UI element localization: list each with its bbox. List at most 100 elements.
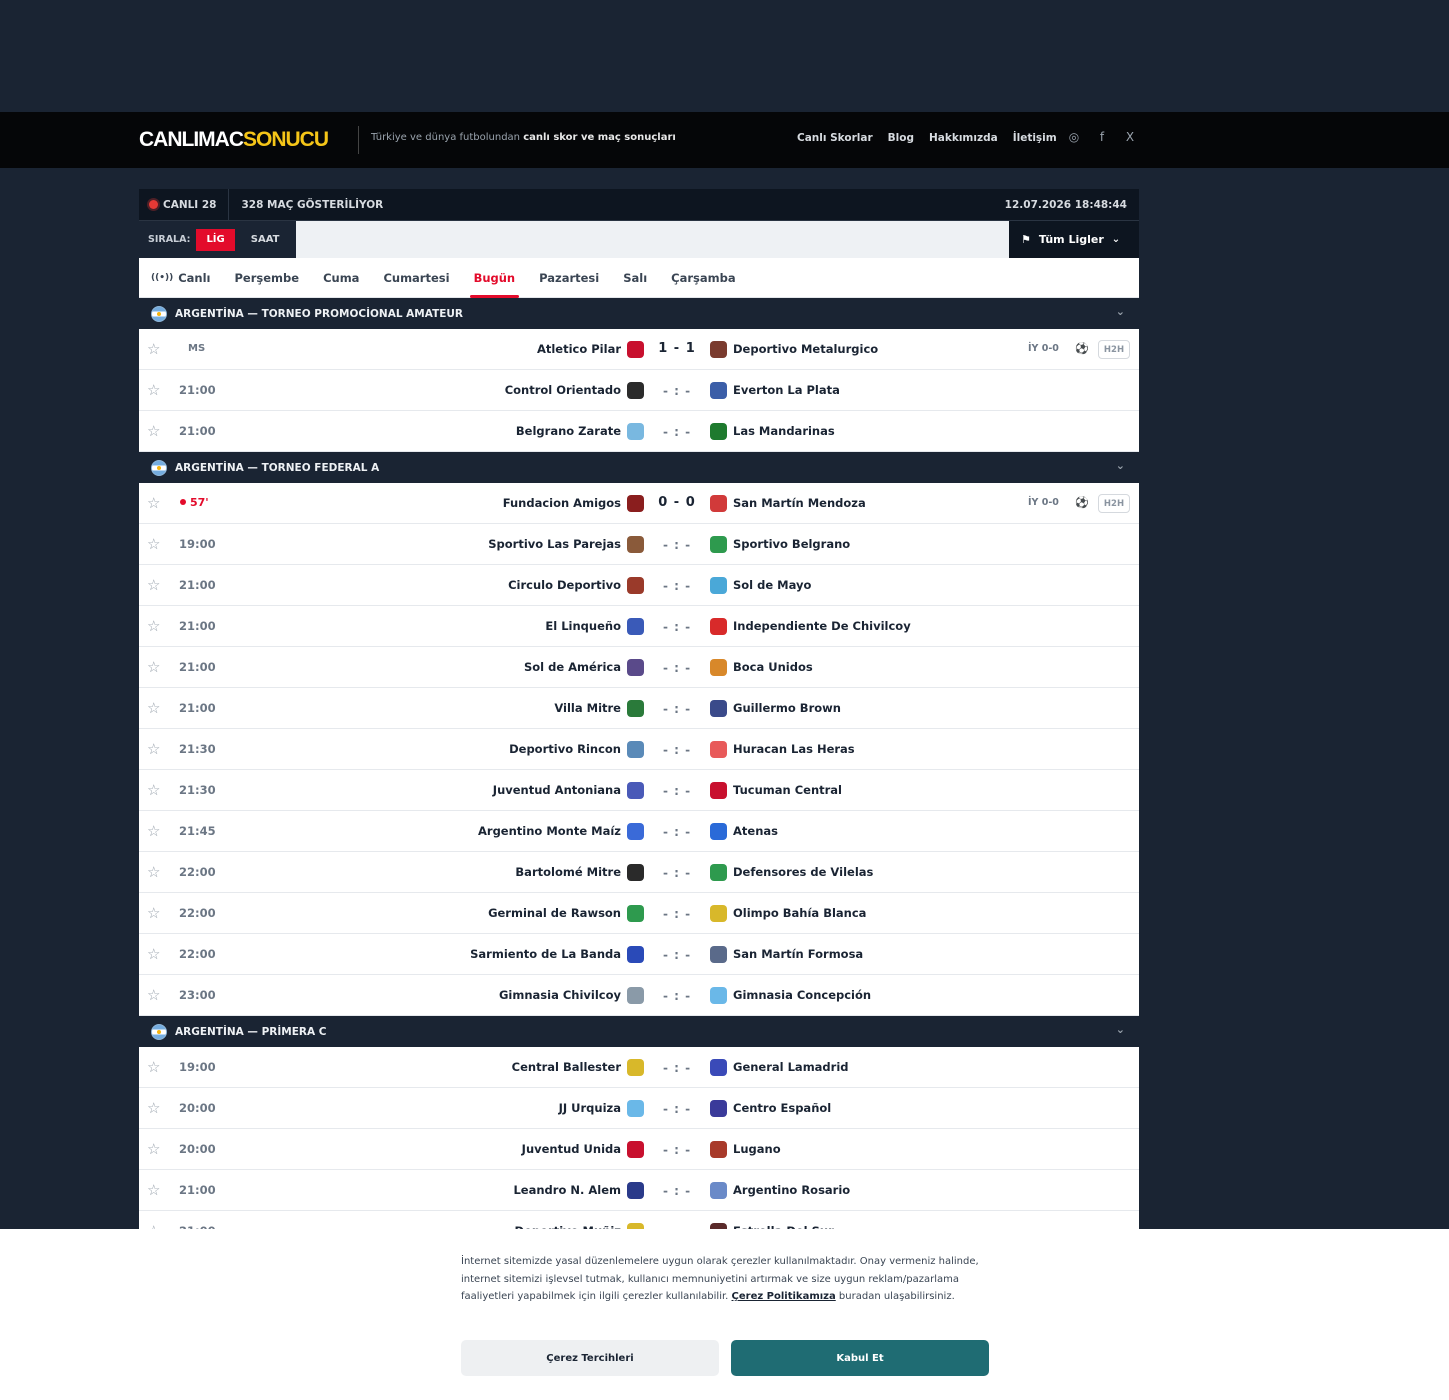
home-team[interactable]: Belgrano Zarate: [516, 424, 621, 438]
tab-day-7[interactable]: Çarşamba: [671, 258, 735, 298]
match-row[interactable]: ☆ 57' Fundacion Amigos 0 - 0 San Martín Mend…: [139, 483, 1139, 524]
x-icon[interactable]: X: [1123, 130, 1137, 144]
league-header[interactable]: ARGENTİNA — PRİMERA C ⌄: [139, 1016, 1139, 1047]
tab-day-1[interactable]: Perşembe: [235, 258, 300, 298]
cookie-preferences-button[interactable]: Çerez Tercihleri: [461, 1340, 719, 1376]
home-team[interactable]: Bartolomé Mitre: [515, 865, 621, 879]
accept-cookies-button[interactable]: Kabul Et: [731, 1340, 989, 1376]
match-row[interactable]: ☆ 20:00 JJ Urquiza - : - Centro Español: [139, 1088, 1139, 1129]
match-row[interactable]: ☆ 21:00 Sol de América - : - Boca Unidos: [139, 647, 1139, 688]
instagram-icon[interactable]: ◎: [1067, 130, 1081, 144]
match-row[interactable]: ☆ 21:00 El Linqueño - : - Independiente De C…: [139, 606, 1139, 647]
away-team[interactable]: Tucuman Central: [733, 783, 842, 797]
home-team[interactable]: Argentino Monte Maíz: [478, 824, 621, 838]
home-team[interactable]: Juventud Antoniana: [493, 783, 621, 797]
home-team[interactable]: Sol de América: [524, 660, 621, 674]
home-team[interactable]: Sportivo Las Parejas: [488, 537, 621, 551]
away-team[interactable]: General Lamadrid: [733, 1060, 849, 1074]
tab-day-6[interactable]: Salı: [623, 258, 647, 298]
away-team[interactable]: San Martín Formosa: [733, 947, 863, 961]
home-team[interactable]: Juventud Unida: [522, 1142, 621, 1156]
favorite-star-icon[interactable]: ☆: [147, 700, 160, 716]
nav-about[interactable]: Hakkımızda: [929, 132, 998, 144]
match-row[interactable]: ☆ 22:00 Sarmiento de La Banda - : - San Mart…: [139, 934, 1139, 975]
away-team[interactable]: Centro Español: [733, 1101, 831, 1115]
favorite-star-icon[interactable]: ☆: [147, 905, 160, 921]
away-team[interactable]: Sol de Mayo: [733, 578, 811, 592]
match-row[interactable]: ☆ 23:00 Gimnasia Chivilcoy - : - Gimnasia Co…: [139, 975, 1139, 1016]
tab-day-0[interactable]: ((•)) Canlı: [151, 258, 211, 298]
favorite-star-icon[interactable]: ☆: [147, 1059, 160, 1075]
favorite-star-icon[interactable]: ☆: [147, 864, 160, 880]
favorite-star-icon[interactable]: ☆: [147, 423, 160, 439]
favorite-star-icon[interactable]: ☆: [147, 577, 160, 593]
home-team[interactable]: Germinal de Rawson: [488, 906, 621, 920]
home-team[interactable]: Gimnasia Chivilcoy: [499, 988, 621, 1002]
tab-day-5[interactable]: Pazartesi: [539, 258, 599, 298]
all-leagues-dropdown[interactable]: ⚑ Tüm Ligler ⌄: [1009, 221, 1139, 258]
match-row[interactable]: ☆ 21:00 Leandro N. Alem - : - Argentino Rosa…: [139, 1170, 1139, 1211]
away-team[interactable]: Lugano: [733, 1142, 781, 1156]
away-team[interactable]: Huracan Las Heras: [733, 742, 855, 756]
home-team[interactable]: El Linqueño: [545, 619, 621, 633]
home-team[interactable]: Sarmiento de La Banda: [470, 947, 621, 961]
favorite-star-icon[interactable]: ☆: [147, 1141, 160, 1157]
match-row[interactable]: ☆ 19:00 Sportivo Las Parejas - : - Sportivo …: [139, 524, 1139, 565]
away-team[interactable]: Deportivo Metalurgico: [733, 342, 878, 356]
facebook-icon[interactable]: f: [1095, 130, 1109, 144]
favorite-star-icon[interactable]: ☆: [147, 741, 160, 757]
nav-live-scores[interactable]: Canlı Skorlar: [797, 132, 873, 144]
home-team[interactable]: JJ Urquiza: [559, 1101, 621, 1115]
favorite-star-icon[interactable]: ☆: [147, 946, 160, 962]
live-count[interactable]: CANLI 28: [139, 188, 230, 221]
sort-by-time-button[interactable]: SAAT: [241, 229, 290, 251]
favorite-star-icon[interactable]: ☆: [147, 823, 160, 839]
home-team[interactable]: Leandro N. Alem: [513, 1183, 621, 1197]
away-team[interactable]: Boca Unidos: [733, 660, 813, 674]
away-team[interactable]: Gimnasia Concepción: [733, 988, 871, 1002]
chevron-down-icon[interactable]: ⌄: [1116, 459, 1125, 472]
soccer-ball-icon[interactable]: ⚽: [1075, 496, 1089, 509]
favorite-star-icon[interactable]: ☆: [147, 1182, 160, 1198]
away-team[interactable]: San Martín Mendoza: [733, 496, 866, 510]
favorite-star-icon[interactable]: ☆: [147, 618, 160, 634]
favorite-star-icon[interactable]: ☆: [147, 1100, 160, 1116]
match-row[interactable]: ☆ 20:00 Juventud Unida - : - Lugano: [139, 1129, 1139, 1170]
favorite-star-icon[interactable]: ☆: [147, 536, 160, 552]
site-logo[interactable]: CANLIMACSONUCU: [139, 128, 329, 152]
match-row[interactable]: ☆ 21:30 Deportivo Rincon - : - Huracan Las H…: [139, 729, 1139, 770]
h2h-button[interactable]: H2H: [1098, 340, 1130, 359]
home-team[interactable]: Deportivo Rincon: [509, 742, 621, 756]
soccer-ball-icon[interactable]: ⚽: [1075, 342, 1089, 355]
favorite-star-icon[interactable]: ☆: [147, 341, 160, 357]
away-team[interactable]: Argentino Rosario: [733, 1183, 850, 1197]
away-team[interactable]: Independiente De Chivilcoy: [733, 619, 911, 633]
away-team[interactable]: Atenas: [733, 824, 778, 838]
home-team[interactable]: Fundacion Amigos: [503, 496, 621, 510]
away-team[interactable]: Guillermo Brown: [733, 701, 841, 715]
away-team[interactable]: Everton La Plata: [733, 383, 840, 397]
favorite-star-icon[interactable]: ☆: [147, 382, 160, 398]
favorite-star-icon[interactable]: ☆: [147, 495, 160, 511]
match-row[interactable]: ☆ 22:00 Germinal de Rawson - : - Olimpo Bahí…: [139, 893, 1139, 934]
match-row[interactable]: ☆ 22:00 Bartolomé Mitre - : - Defensores de …: [139, 852, 1139, 893]
nav-blog[interactable]: Blog: [888, 132, 914, 144]
away-team[interactable]: Olimpo Bahía Blanca: [733, 906, 866, 920]
match-row[interactable]: ☆ 19:00 Central Ballester - : - General Lama…: [139, 1047, 1139, 1088]
tab-day-2[interactable]: Cuma: [323, 258, 359, 298]
sort-by-league-button[interactable]: LİG: [196, 228, 235, 251]
away-team[interactable]: Las Mandarinas: [733, 424, 835, 438]
away-team[interactable]: Sportivo Belgrano: [733, 537, 850, 551]
away-team[interactable]: Defensores de Vilelas: [733, 865, 873, 879]
match-row[interactable]: ☆ 21:00 Villa Mitre - : - Guillermo Brown: [139, 688, 1139, 729]
match-row[interactable]: ☆ 21:00 Circulo Deportivo - : - Sol de Mayo: [139, 565, 1139, 606]
tab-day-4[interactable]: Bugün: [469, 258, 519, 298]
match-row[interactable]: ☆ 21:30 Juventud Antoniana - : - Tucuman Cen…: [139, 770, 1139, 811]
favorite-star-icon[interactable]: ☆: [147, 659, 160, 675]
match-row[interactable]: ☆ MS Atletico Pilar 1 - 1 Deportivo Metalurg…: [139, 329, 1139, 370]
favorite-star-icon[interactable]: ☆: [147, 987, 160, 1003]
chevron-down-icon[interactable]: ⌄: [1116, 1023, 1125, 1036]
nav-contact[interactable]: İletişim: [1013, 132, 1057, 144]
home-team[interactable]: Atletico Pilar: [537, 342, 621, 356]
home-team[interactable]: Central Ballester: [512, 1060, 621, 1074]
